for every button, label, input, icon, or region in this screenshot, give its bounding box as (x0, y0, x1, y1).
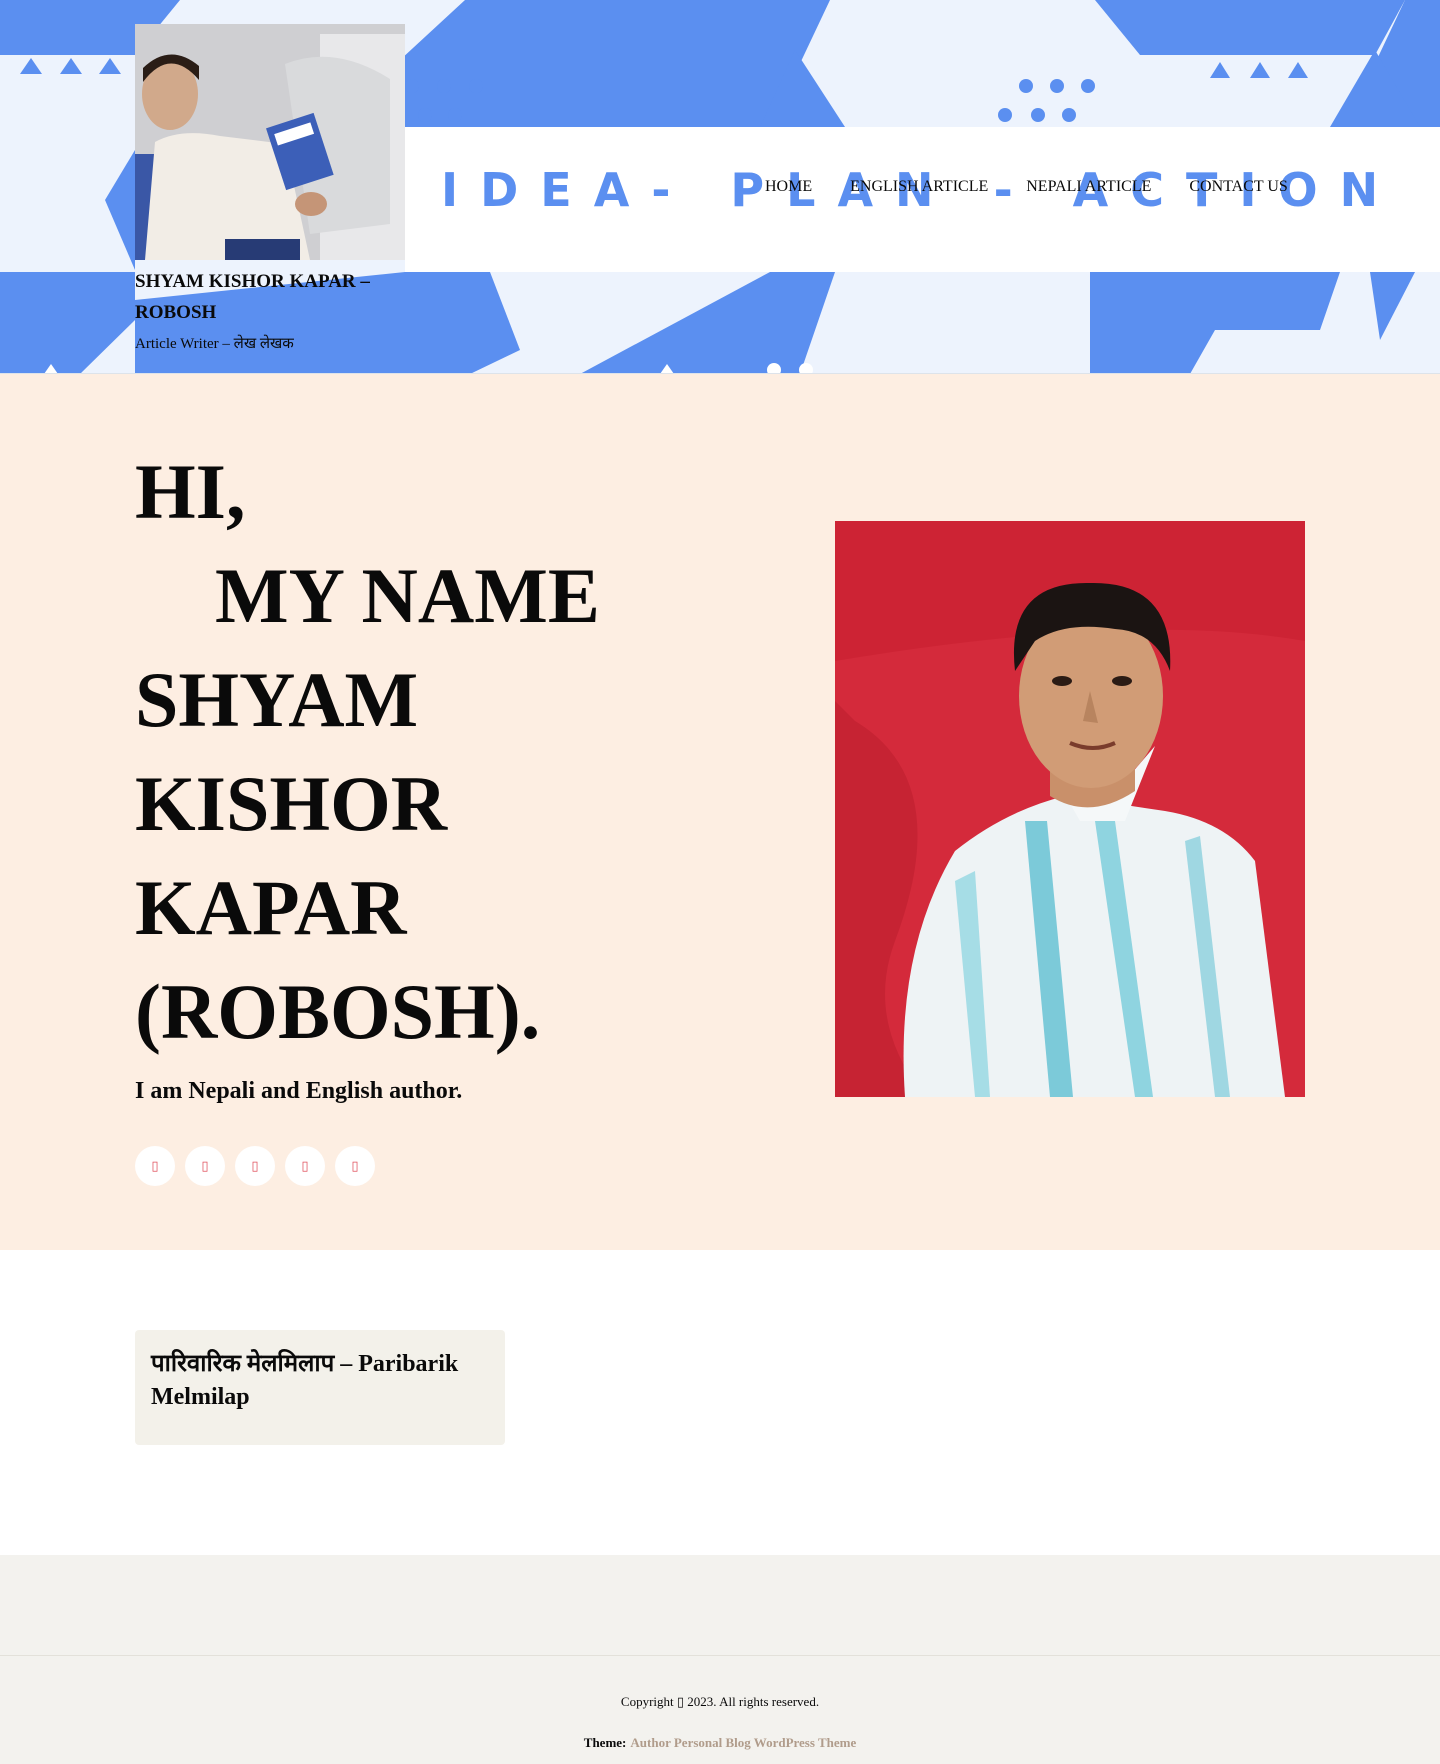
footer-widget-area (0, 1555, 1440, 1656)
site-footer: Copyright ▯ 2023. All rights reserved. T… (0, 1656, 1440, 1764)
instagram-icon[interactable]: ▯ (235, 1146, 275, 1186)
nav-item-home[interactable]: HOME (765, 178, 812, 196)
hero-portrait-photo (835, 521, 1305, 1097)
hero-subheading: I am Nepali and English author. (135, 1078, 463, 1104)
twitter-icon[interactable]: ▯ (185, 1146, 225, 1186)
hero-heading-line: SHYAM (135, 656, 419, 743)
hero-heading-line: HI, (135, 448, 246, 535)
nav-item-nepali-article[interactable]: NEPALI ARTICLE (1026, 178, 1151, 196)
hero-heading: HI, MY NAME SHYAM KISHOR KAPAR (ROBOSH). (135, 440, 695, 1064)
social-links: ▯ ▯ ▯ ▯ ▯ (135, 1146, 375, 1186)
hero-heading-line: (ROBOSH). (135, 968, 541, 1055)
site-tagline: Article Writer – लेख लेखक (135, 336, 294, 352)
site-header: IDEA- PLAN - ACTION SHYAM KISHOR KAPAR –… (0, 0, 1440, 374)
theme-credit: Theme: Author Personal Blog WordPress The… (0, 1735, 1440, 1751)
hero-section: HI, MY NAME SHYAM KISHOR KAPAR (ROBOSH).… (0, 374, 1440, 1250)
youtube-icon[interactable]: ▯ (335, 1146, 375, 1186)
logo-photo-illustration (135, 24, 405, 260)
theme-credit-label: Theme: (583, 1735, 627, 1750)
site-logo-photo[interactable] (135, 24, 405, 260)
header-banner: IDEA- PLAN - ACTION (405, 127, 1440, 272)
latest-posts-section: पारिवारिक मेलमिलाप – Paribarik Melmilap (0, 1250, 1440, 1555)
theme-credit-link[interactable]: Author Personal Blog WordPress Theme (630, 1735, 856, 1750)
post-title-link[interactable]: पारिवारिक मेलमिलाप – Paribarik Melmilap (151, 1348, 489, 1414)
primary-navigation: HOME ENGLISH ARTICLE NEPALI ARTICLE CONT… (765, 178, 1288, 196)
post-card[interactable]: पारिवारिक मेलमिलाप – Paribarik Melmilap (135, 1330, 505, 1445)
hero-heading-line: KISHOR (135, 760, 448, 847)
linkedin-icon[interactable]: ▯ (285, 1146, 325, 1186)
facebook-icon[interactable]: ▯ (135, 1146, 175, 1186)
site-title[interactable]: SHYAM KISHOR KAPAR – ROBOSH (135, 266, 405, 328)
nav-item-contact-us[interactable]: CONTACT US (1189, 178, 1287, 196)
copyright-text: Copyright ▯ 2023. All rights reserved. (620, 1694, 820, 1709)
hero-heading-line: MY NAME (215, 552, 600, 639)
nav-item-english-article[interactable]: ENGLISH ARTICLE (850, 178, 988, 196)
portrait-illustration (835, 521, 1305, 1097)
hero-heading-line: KAPAR (135, 864, 407, 951)
